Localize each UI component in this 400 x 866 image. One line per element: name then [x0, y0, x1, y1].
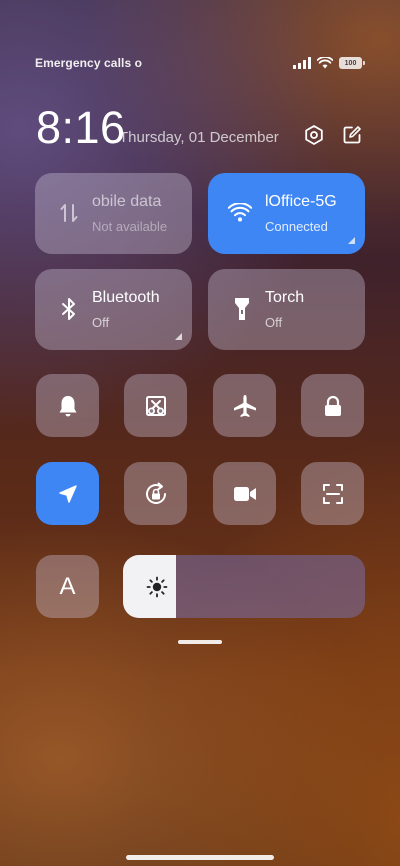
bluetooth-status: Off — [92, 315, 110, 330]
bluetooth-icon — [57, 296, 81, 322]
sun-icon — [146, 576, 168, 598]
panel-drag-handle[interactable] — [178, 640, 222, 644]
auto-brightness-label: A — [59, 572, 76, 600]
video-icon — [233, 486, 256, 501]
expand-corner-icon[interactable] — [348, 237, 355, 244]
edit-icon[interactable] — [341, 124, 363, 146]
date: Thursday, 01 December — [119, 129, 279, 146]
lock-icon — [324, 395, 341, 416]
bluetooth-tile[interactable]: Bluetooth Off — [35, 269, 192, 350]
wifi-network-name: lOffice-5G — [265, 193, 337, 210]
bell-icon — [59, 395, 76, 416]
screenshot-toggle[interactable] — [124, 374, 187, 437]
scanner-toggle[interactable] — [301, 462, 364, 525]
silent-toggle[interactable] — [36, 374, 99, 437]
bluetooth-label: Bluetooth — [92, 289, 160, 306]
mobile-data-status: Not available — [92, 219, 168, 234]
screenshot-icon — [145, 395, 166, 416]
wifi-icon — [317, 57, 333, 69]
location-toggle[interactable] — [36, 462, 99, 525]
torch-status: Off — [265, 315, 283, 330]
clock: 8:16 — [36, 102, 126, 153]
airplane-toggle[interactable] — [213, 374, 276, 437]
rotation-lock-toggle[interactable] — [124, 462, 187, 525]
mobile-data-icon — [57, 200, 81, 226]
torch-label: Torch — [265, 289, 305, 306]
airplane-icon — [233, 394, 256, 417]
wifi-tile-icon — [228, 200, 252, 226]
torch-icon — [230, 296, 254, 322]
auto-brightness-button[interactable]: A — [36, 555, 99, 618]
brightness-slider[interactable] — [123, 555, 365, 618]
status-bar: Emergency calls o 100 — [35, 52, 365, 74]
header: 8:16 Thursday, 01 December — [36, 103, 364, 153]
mobile-data-label: obile data — [92, 193, 162, 210]
scan-icon — [322, 483, 343, 504]
mobile-data-tile[interactable]: obile data Not available — [35, 173, 192, 254]
settings-icon[interactable] — [303, 124, 325, 146]
wifi-tile[interactable]: lOffice-5G Connected — [208, 173, 365, 254]
location-icon — [58, 484, 77, 503]
rotation-lock-icon — [145, 482, 166, 504]
expand-corner-icon[interactable] — [175, 333, 182, 340]
wifi-status: Connected — [265, 219, 328, 234]
battery-icon: 100 — [339, 57, 365, 69]
screen-record-toggle[interactable] — [213, 462, 276, 525]
home-indicator[interactable] — [126, 855, 274, 860]
torch-tile[interactable]: Torch Off — [208, 269, 365, 350]
status-icons: 100 — [293, 57, 365, 69]
lock-toggle[interactable] — [301, 374, 364, 437]
signal-icon — [293, 57, 311, 69]
carrier-text: Emergency calls o — [35, 56, 143, 70]
